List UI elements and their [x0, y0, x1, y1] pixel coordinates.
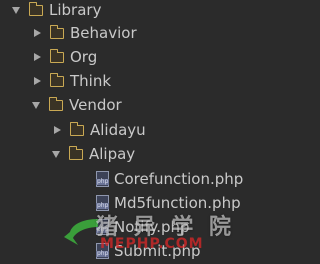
tree-item-label: Md5function.php	[114, 194, 241, 212]
tree-item-notify-php[interactable]: Notify.php	[96, 215, 190, 239]
collapsed-arrow-icon[interactable]	[34, 29, 41, 37]
folder-icon	[68, 145, 83, 160]
expanded-arrow-icon[interactable]	[32, 101, 40, 109]
tree-item-label: Alidayu	[90, 121, 146, 139]
tree-item-library[interactable]: Library	[12, 0, 101, 22]
folder-icon	[49, 24, 64, 39]
tree-item-behavior[interactable]: Behavior	[33, 21, 137, 45]
tree-item-submit-php[interactable]: Submit.php	[96, 239, 201, 263]
collapsed-arrow-icon[interactable]	[54, 126, 61, 134]
tree-item-think[interactable]: Think	[33, 69, 111, 93]
collapsed-arrow-icon[interactable]	[34, 53, 41, 61]
php-file-icon	[96, 195, 110, 211]
tree-item-label: Vendor	[69, 96, 122, 114]
tree-item-md5function-php[interactable]: Md5function.php	[96, 191, 241, 215]
php-file-icon	[96, 219, 110, 235]
green-arrow-icon	[64, 219, 98, 245]
php-file-icon	[96, 243, 110, 259]
tree-item-label: Library	[49, 1, 102, 19]
folder-icon	[49, 48, 64, 63]
tree-item-alipay[interactable]: Alipay	[52, 142, 135, 166]
tree-item-label: Org	[70, 48, 98, 66]
tree-item-alidayu[interactable]: Alidayu	[53, 118, 146, 142]
collapsed-arrow-icon[interactable]	[34, 77, 41, 85]
folder-icon	[69, 121, 84, 136]
expanded-arrow-icon[interactable]	[52, 150, 60, 158]
php-file-icon	[96, 171, 110, 187]
tree-item-org[interactable]: Org	[33, 45, 97, 69]
tree-item-label: Notify.php	[114, 218, 190, 236]
tree-item-corefunction-php[interactable]: Corefunction.php	[96, 167, 243, 191]
tree-item-label: Alipay	[89, 145, 136, 163]
project-file-tree: Library Behavior Org Think Vendor Aliday…	[0, 0, 254, 264]
tree-item-vendor[interactable]: Vendor	[32, 93, 122, 117]
folder-icon	[49, 72, 64, 87]
expanded-arrow-icon[interactable]	[12, 6, 20, 14]
tree-item-label: Corefunction.php	[114, 170, 244, 188]
folder-icon	[28, 1, 43, 16]
tree-item-label: Think	[70, 72, 112, 90]
tree-item-label: Behavior	[70, 24, 137, 42]
tree-item-label: Submit.php	[114, 242, 201, 260]
folder-icon	[48, 96, 63, 111]
